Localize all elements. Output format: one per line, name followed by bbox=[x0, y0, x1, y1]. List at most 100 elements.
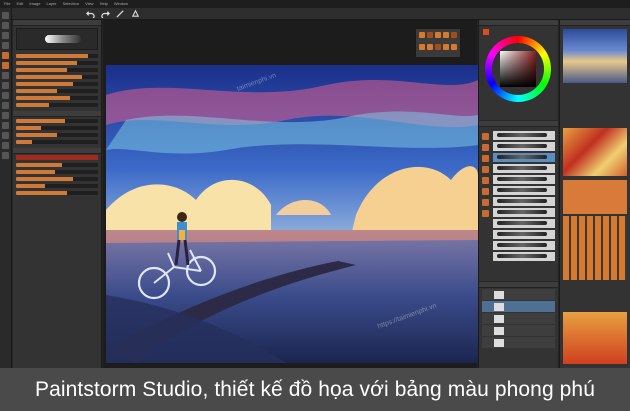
brush-category-icon[interactable] bbox=[482, 166, 489, 173]
picker-tool-icon[interactable] bbox=[2, 112, 9, 119]
setting-slider[interactable] bbox=[16, 95, 98, 100]
setting-slider[interactable] bbox=[16, 88, 98, 93]
brush-tool-icon[interactable] bbox=[2, 52, 9, 59]
menu-file[interactable]: File bbox=[4, 0, 10, 8]
brush-preset[interactable] bbox=[493, 241, 555, 250]
brush-category-icon[interactable] bbox=[482, 133, 489, 140]
layer-row[interactable] bbox=[482, 313, 555, 324]
brush-preset[interactable] bbox=[493, 219, 555, 228]
navigator-thumbnail[interactable] bbox=[563, 29, 627, 83]
brush-icon[interactable] bbox=[131, 9, 140, 18]
quick-brush-icon[interactable] bbox=[435, 32, 441, 38]
brush-setting-row bbox=[13, 124, 101, 131]
brush-preset[interactable] bbox=[493, 131, 555, 140]
reference-image bbox=[563, 128, 627, 176]
brush-setting-row bbox=[13, 189, 101, 196]
setting-slider[interactable] bbox=[16, 102, 98, 107]
setting-slider[interactable] bbox=[16, 81, 98, 86]
painting-canvas[interactable]: taimienphi.vn https://taimienphi.vn bbox=[106, 65, 478, 363]
brush-category-icon[interactable] bbox=[482, 177, 489, 184]
setting-slider[interactable] bbox=[16, 53, 98, 58]
brushes-panel bbox=[478, 121, 558, 281]
smudge-tool-icon[interactable] bbox=[2, 72, 9, 79]
redo-icon[interactable] bbox=[101, 9, 110, 18]
brush-setting-row bbox=[13, 66, 101, 73]
quick-brush-icon[interactable] bbox=[435, 44, 441, 50]
setting-slider[interactable] bbox=[16, 139, 98, 144]
quick-brush-icon[interactable] bbox=[451, 32, 457, 38]
brush-setting-row bbox=[13, 73, 101, 80]
brush-setting-row bbox=[13, 94, 101, 101]
menu-bar: File Edit Image Layer Selection View Hel… bbox=[0, 0, 630, 8]
brush-setting-row bbox=[13, 131, 101, 138]
brush-category-icon[interactable] bbox=[482, 199, 489, 206]
brush-category-icon[interactable] bbox=[482, 144, 489, 151]
setting-slider[interactable] bbox=[16, 74, 98, 79]
zoom-tool-icon[interactable] bbox=[2, 132, 9, 139]
quick-brush-icon[interactable] bbox=[419, 44, 425, 50]
quick-brush-icon[interactable] bbox=[427, 44, 433, 50]
quick-brush-icon[interactable] bbox=[427, 32, 433, 38]
quick-brush-icon[interactable] bbox=[451, 44, 457, 50]
brush-setting-row bbox=[13, 175, 101, 182]
menu-window[interactable]: Window bbox=[114, 0, 128, 8]
brush-preset[interactable] bbox=[493, 197, 555, 206]
brush-preview bbox=[16, 28, 98, 50]
move-tool-icon[interactable] bbox=[2, 12, 9, 19]
brush-preset[interactable] bbox=[493, 208, 555, 217]
brush-preset[interactable] bbox=[493, 252, 555, 261]
layer-row[interactable] bbox=[482, 289, 555, 300]
setting-slider[interactable] bbox=[16, 125, 98, 130]
brush-category-icon[interactable] bbox=[482, 210, 489, 217]
gradient-tool-icon[interactable] bbox=[2, 92, 9, 99]
menu-edit[interactable]: Edit bbox=[16, 0, 23, 8]
hand-tool-icon[interactable] bbox=[2, 122, 9, 129]
section-header bbox=[13, 148, 101, 154]
brush-category-icon[interactable] bbox=[482, 188, 489, 195]
undo-icon[interactable] bbox=[86, 9, 95, 18]
setting-slider[interactable] bbox=[16, 118, 98, 123]
setting-slider[interactable] bbox=[16, 176, 98, 181]
brush-preset[interactable] bbox=[493, 186, 555, 195]
brush-settings-panel bbox=[13, 20, 102, 368]
brush-setting-row bbox=[13, 161, 101, 168]
crop-tool-icon[interactable] bbox=[2, 42, 9, 49]
eraser-tool-icon[interactable] bbox=[2, 62, 9, 69]
setting-slider[interactable] bbox=[16, 183, 98, 188]
setting-slider[interactable] bbox=[16, 162, 98, 167]
layer-row[interactable] bbox=[482, 301, 555, 312]
menu-view[interactable]: View bbox=[85, 0, 94, 8]
brush-preset[interactable] bbox=[493, 153, 555, 162]
menu-selection[interactable]: Selection bbox=[63, 0, 79, 8]
layer-row[interactable] bbox=[482, 337, 555, 348]
current-color-swatch[interactable] bbox=[483, 29, 489, 35]
quick-brush-icon[interactable] bbox=[443, 44, 449, 50]
text-tool-icon[interactable] bbox=[2, 102, 9, 109]
setting-slider[interactable] bbox=[16, 132, 98, 137]
setting-slider[interactable] bbox=[16, 67, 98, 72]
saturation-value-square[interactable] bbox=[500, 51, 536, 87]
setting-slider[interactable] bbox=[16, 60, 98, 65]
select-tool-icon[interactable] bbox=[2, 22, 9, 29]
fill-tool-icon[interactable] bbox=[2, 82, 9, 89]
brush-preset[interactable] bbox=[493, 164, 555, 173]
brush-preset[interactable] bbox=[493, 142, 555, 151]
brush-preset[interactable] bbox=[493, 230, 555, 239]
setting-slider[interactable] bbox=[16, 169, 98, 174]
menu-help[interactable]: Help bbox=[100, 0, 108, 8]
brush-category-icon[interactable] bbox=[482, 155, 489, 162]
ruler-tool-icon[interactable] bbox=[2, 152, 9, 159]
menu-image[interactable]: Image bbox=[29, 0, 40, 8]
pen-icon[interactable] bbox=[116, 9, 125, 18]
menu-layer[interactable]: Layer bbox=[46, 0, 56, 8]
color-panel bbox=[478, 20, 558, 120]
quick-brush-icon[interactable] bbox=[419, 32, 425, 38]
shape-tool-icon[interactable] bbox=[2, 142, 9, 149]
brush-preset[interactable] bbox=[493, 175, 555, 184]
quick-brush-icon[interactable] bbox=[443, 32, 449, 38]
layer-row[interactable] bbox=[482, 325, 555, 336]
canvas-area[interactable]: taimienphi.vn https://taimienphi.vn bbox=[103, 20, 478, 368]
color-wheel[interactable] bbox=[485, 36, 551, 102]
lasso-tool-icon[interactable] bbox=[2, 32, 9, 39]
setting-slider[interactable] bbox=[16, 190, 98, 195]
